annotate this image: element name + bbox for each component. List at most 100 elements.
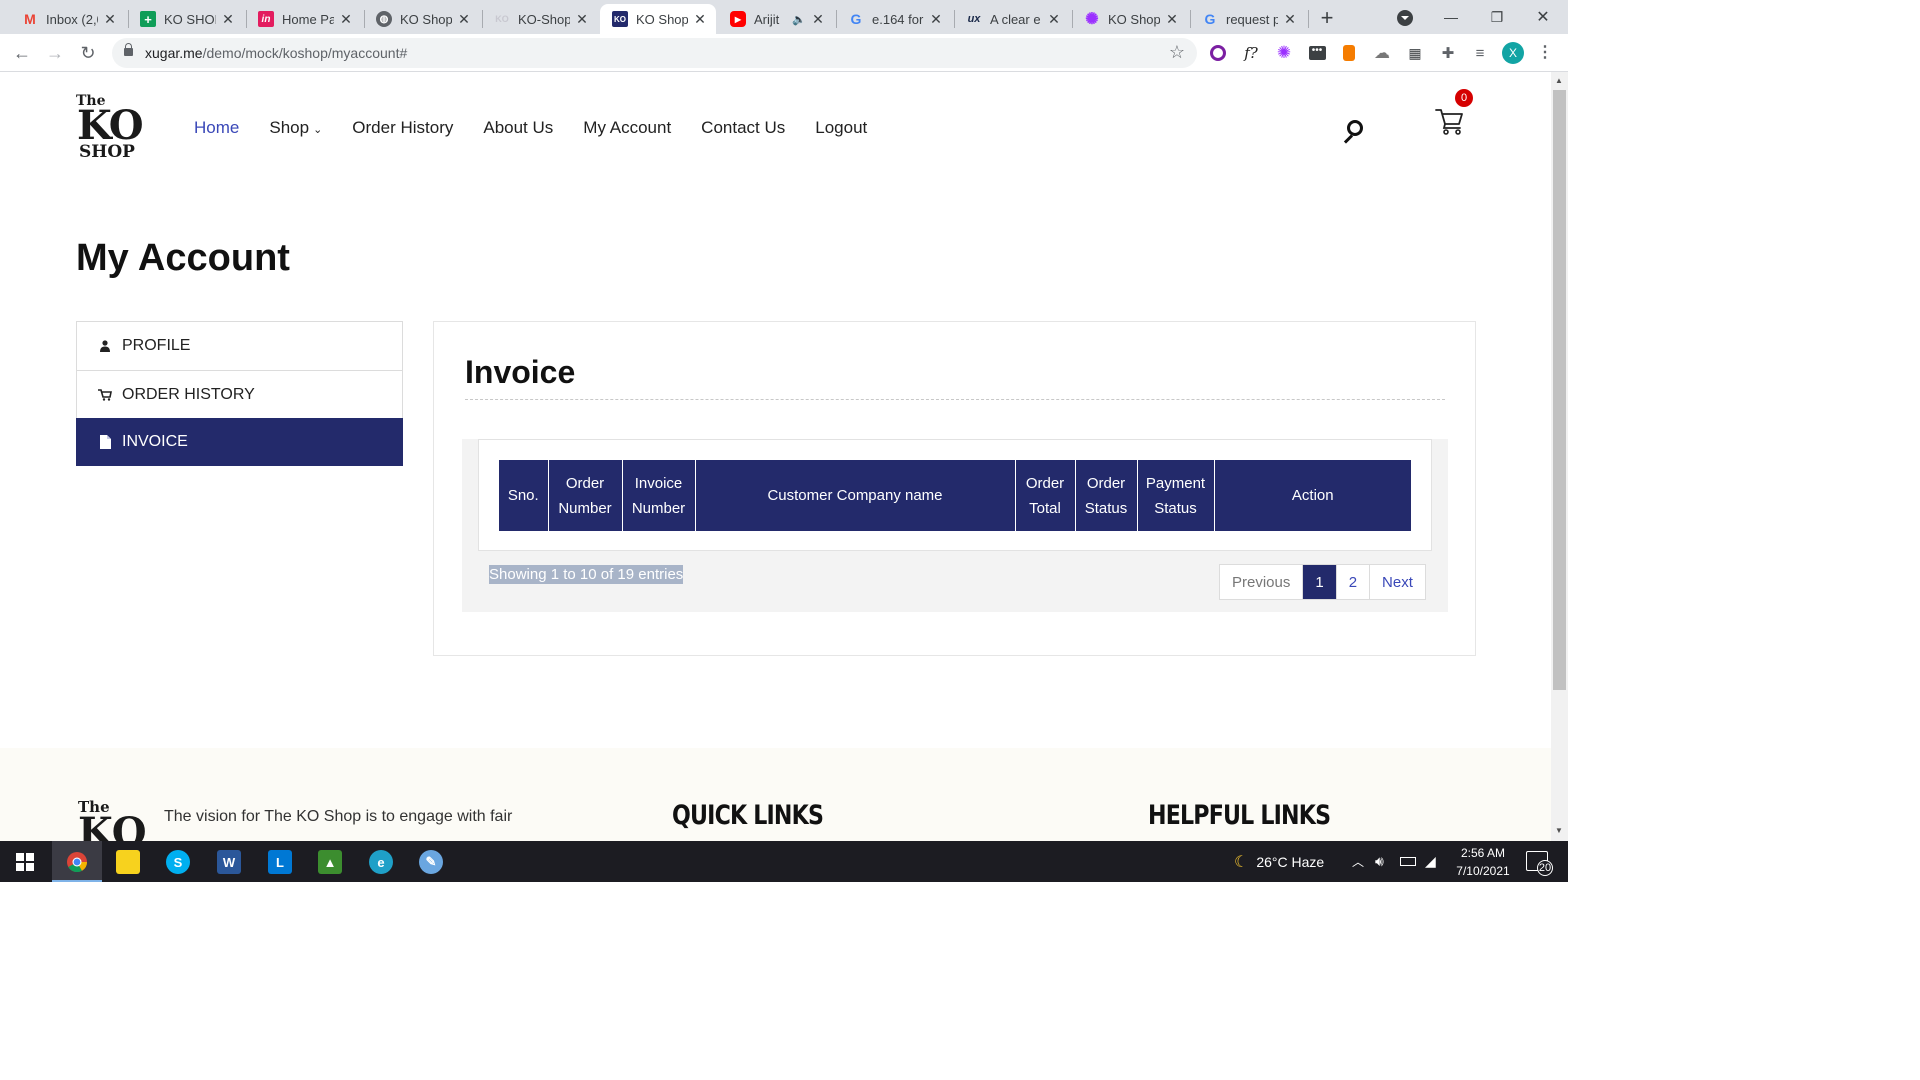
color-picker-extension-icon[interactable] bbox=[1209, 44, 1227, 62]
browser-menu-icon[interactable]: ⋮ bbox=[1537, 42, 1553, 62]
chevron-down-icon: ⌄ bbox=[313, 124, 323, 136]
browser-tab[interactable]: G request p ✕ bbox=[1190, 4, 1306, 34]
network-icon[interactable]: ◢ bbox=[1425, 841, 1436, 882]
sidebar-item-invoice[interactable]: INVOICE bbox=[76, 418, 403, 466]
browser-tab[interactable]: ▶ Arijit 🔈 ✕ bbox=[718, 4, 834, 34]
weather-widget[interactable]: ☾ 26°C Haze bbox=[1234, 841, 1324, 882]
pagination-previous[interactable]: Previous bbox=[1220, 565, 1302, 599]
nav-home[interactable]: Home bbox=[194, 118, 239, 138]
column-header-sno[interactable]: Sno. bbox=[499, 460, 548, 531]
nav-shop[interactable]: Shop ⌄ bbox=[269, 118, 322, 138]
address-bar[interactable]: xugar.me/demo/mock/koshop/myaccount# ☆ bbox=[112, 38, 1197, 68]
column-header-order-number[interactable]: Order Number bbox=[547, 460, 622, 531]
scroll-down-arrow-icon[interactable]: ▼ bbox=[1555, 826, 1563, 835]
audio-playing-icon[interactable]: 🔈 bbox=[792, 13, 806, 26]
browser-tab[interactable]: ✺ KO Shop ✕ bbox=[1072, 4, 1188, 34]
puzzle-extensions-icon[interactable]: ✚ bbox=[1439, 44, 1457, 62]
close-window-button[interactable]: ✕ bbox=[1520, 4, 1566, 30]
close-tab-icon[interactable]: ✕ bbox=[456, 11, 472, 28]
chrome-icon[interactable] bbox=[65, 850, 89, 874]
nav-about-us[interactable]: About Us bbox=[483, 118, 553, 138]
user-icon bbox=[98, 340, 112, 352]
browser-tab[interactable]: + KO SHOP ✕ bbox=[128, 4, 244, 34]
skype-icon[interactable]: S bbox=[166, 850, 190, 874]
sidebar-item-profile[interactable]: PROFILE bbox=[76, 321, 403, 370]
column-header-customer-company[interactable]: Customer Company name bbox=[694, 460, 1015, 531]
bookmark-star-icon[interactable]: ☆ bbox=[1169, 42, 1185, 63]
close-tab-icon[interactable]: ✕ bbox=[574, 11, 590, 28]
invoice-table-wrapper: Sno. Order Number Invoice Number Customer … bbox=[462, 439, 1448, 612]
orange-extension-icon[interactable] bbox=[1340, 44, 1358, 62]
windows-start-icon[interactable] bbox=[13, 850, 37, 874]
scroll-up-arrow-icon[interactable]: ▲ bbox=[1555, 76, 1563, 85]
nav-contact-us[interactable]: Contact Us bbox=[701, 118, 785, 138]
minimize-button[interactable]: — bbox=[1428, 4, 1474, 30]
cloud-extension-icon[interactable]: ☁ bbox=[1373, 44, 1391, 62]
footer-vision-text: The vision for The KO Shop is to engage … bbox=[164, 808, 513, 825]
close-tab-icon[interactable]: ✕ bbox=[338, 11, 354, 28]
reload-icon[interactable]: ↻ bbox=[76, 42, 100, 64]
paint-icon[interactable]: ✎ bbox=[419, 850, 443, 874]
new-tab-button[interactable]: + bbox=[1315, 5, 1339, 30]
browser-tab[interactable]: ◍ KO Shop ✕ bbox=[364, 4, 480, 34]
browser-tab-active[interactable]: KO KO Shop ✕ bbox=[600, 4, 716, 34]
browser-tab[interactable]: KO KO-Shop ✕ bbox=[482, 4, 598, 34]
close-tab-icon[interactable]: ✕ bbox=[102, 11, 118, 28]
close-tab-icon[interactable]: ✕ bbox=[220, 11, 236, 28]
media-queue-icon[interactable]: ≡ bbox=[1471, 44, 1489, 62]
pagination-page-2[interactable]: 2 bbox=[1335, 565, 1369, 599]
pagination-page-1[interactable]: 1 bbox=[1302, 565, 1336, 599]
dots-extension-icon[interactable]: ••• bbox=[1308, 44, 1326, 62]
column-header-action[interactable]: Action bbox=[1213, 460, 1411, 531]
close-tab-icon[interactable]: ✕ bbox=[1282, 11, 1298, 28]
sidebar-item-order-history[interactable]: ORDER HISTORY bbox=[76, 370, 403, 418]
volume-icon[interactable]: 🔊︎ bbox=[1375, 841, 1384, 882]
lync-icon[interactable]: L bbox=[268, 850, 292, 874]
browser-tab[interactable]: in Home Pa ✕ bbox=[246, 4, 362, 34]
close-tab-icon[interactable]: ✕ bbox=[692, 11, 708, 28]
pagination-next[interactable]: Next bbox=[1369, 565, 1425, 599]
close-tab-icon[interactable]: ✕ bbox=[810, 11, 826, 28]
tab-search-icon[interactable] bbox=[1397, 10, 1413, 26]
qr-extension-icon[interactable]: ▦ bbox=[1406, 44, 1424, 62]
close-tab-icon[interactable]: ✕ bbox=[1046, 11, 1062, 28]
scrollbar-thumb[interactable] bbox=[1553, 90, 1566, 690]
close-tab-icon[interactable]: ✕ bbox=[928, 11, 944, 28]
function-extension-icon[interactable]: f? bbox=[1242, 44, 1260, 62]
nav-my-account[interactable]: My Account bbox=[583, 118, 671, 138]
column-header-order-status[interactable]: Order Status bbox=[1074, 460, 1137, 531]
url-text[interactable]: xugar.me/demo/mock/koshop/myaccount# bbox=[145, 45, 407, 61]
back-icon[interactable]: ← bbox=[10, 42, 34, 64]
flower-extension-icon[interactable]: ✺ bbox=[1275, 43, 1293, 62]
edge-icon[interactable]: e bbox=[369, 850, 393, 874]
column-header-payment-status[interactable]: Payment Status bbox=[1136, 460, 1214, 531]
cart-icon[interactable] bbox=[1434, 104, 1466, 136]
restore-button[interactable]: ❐ bbox=[1474, 4, 1520, 30]
word-icon[interactable]: W bbox=[217, 850, 241, 874]
browser-tab[interactable]: ux A clear e ✕ bbox=[954, 4, 1070, 34]
nav-order-history[interactable]: Order History bbox=[352, 118, 453, 138]
profile-avatar[interactable]: X bbox=[1502, 42, 1524, 64]
invoice-panel: Invoice Sno. Order Number Invoice Number C… bbox=[433, 321, 1476, 656]
invoice-heading: Invoice bbox=[465, 354, 576, 390]
browser-tab[interactable]: M Inbox (2,0 ✕ bbox=[10, 4, 126, 34]
column-header-invoice-number[interactable]: Invoice Number bbox=[621, 460, 695, 531]
divider bbox=[465, 399, 1445, 400]
photos-icon[interactable]: ▲ bbox=[318, 850, 342, 874]
footer-logo[interactable]: The KO bbox=[78, 800, 147, 842]
search-icon[interactable] bbox=[1342, 120, 1364, 144]
browser-tab[interactable]: G e.164 for ✕ bbox=[836, 4, 952, 34]
close-tab-icon[interactable]: ✕ bbox=[1164, 11, 1180, 28]
nav-logout[interactable]: Logout bbox=[815, 118, 867, 138]
page-scrollbar[interactable]: ▲ ▼ bbox=[1551, 72, 1568, 841]
tray-show-hidden-icon[interactable]: ︿ bbox=[1352, 841, 1364, 882]
battery-icon[interactable] bbox=[1400, 841, 1416, 882]
system-clock[interactable]: 2:56 AM 7/10/2021 bbox=[1440, 844, 1526, 880]
youtube-icon: ▶ bbox=[730, 11, 746, 27]
site-logo[interactable]: The KO SHOP bbox=[76, 94, 146, 161]
forward-icon[interactable]: → bbox=[43, 42, 67, 64]
google-icon: G bbox=[850, 11, 862, 27]
sticky-notes-icon[interactable] bbox=[116, 850, 140, 874]
column-header-order-total[interactable]: Order Total bbox=[1014, 460, 1075, 531]
notifications-icon[interactable]: 20 bbox=[1526, 851, 1553, 876]
